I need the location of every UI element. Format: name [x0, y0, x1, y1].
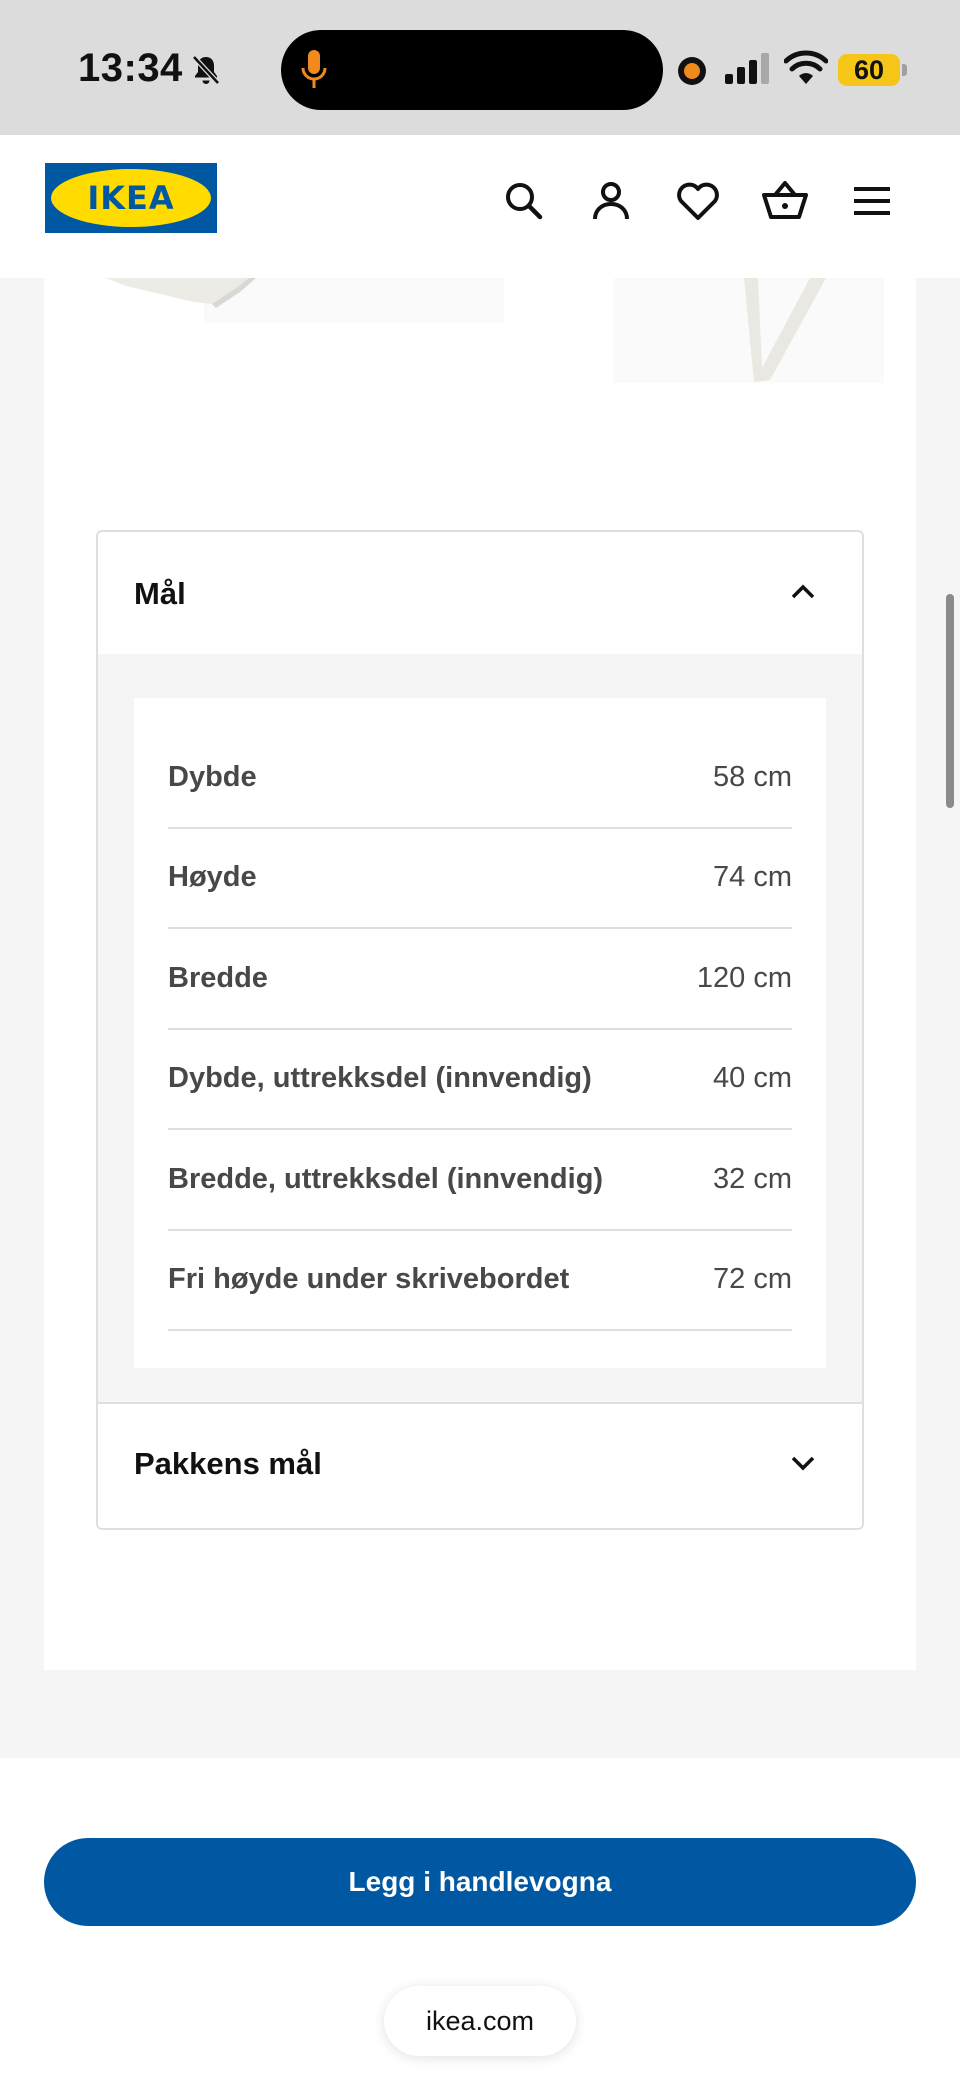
- heart-icon[interactable]: [674, 177, 722, 225]
- search-icon[interactable]: [500, 177, 548, 225]
- chevron-down-icon[interactable]: [788, 1448, 818, 1478]
- menu-icon[interactable]: [848, 177, 896, 225]
- dynamic-island: [281, 30, 663, 110]
- site-header: IKEA: [0, 135, 960, 278]
- browser-url-pill[interactable]: ikea.com: [384, 1986, 576, 2056]
- wifi-icon: [784, 50, 828, 84]
- dimension-label: Fri høyde under skrivebordet: [168, 1263, 570, 1296]
- dimension-value: 40 cm: [713, 1062, 792, 1095]
- scrollbar-thumb[interactable]: [946, 594, 954, 808]
- account-icon[interactable]: [587, 177, 635, 225]
- accordion-header-package-dimensions[interactable]: Pakkens mål: [98, 1404, 862, 1528]
- dimension-row: Bredde, uttrekksdel (innvendig) 32 cm: [168, 1130, 792, 1231]
- dimension-value: 120 cm: [696, 961, 792, 994]
- dimension-row: Dybde, uttrekksdel (innvendig) 40 cm: [168, 1030, 792, 1130]
- dimension-row: Dybde 58 cm: [168, 728, 792, 829]
- dimensions-accordion: Mål Dybde 58 cm Høyde 74 cm Bredde 120 c…: [96, 530, 864, 1530]
- dimension-value: 32 cm: [713, 1162, 792, 1195]
- basket-icon[interactable]: [761, 177, 809, 225]
- dimension-value: 74 cm: [713, 861, 792, 894]
- add-to-cart-button[interactable]: Legg i handlevogna: [44, 1838, 916, 1926]
- dimension-label: Bredde, uttrekksdel (innvendig): [168, 1162, 604, 1195]
- microphone-icon: [301, 50, 327, 88]
- battery-icon: 60: [838, 54, 900, 86]
- chevron-up-icon[interactable]: [788, 576, 818, 606]
- dimension-value: 72 cm: [713, 1263, 792, 1296]
- accordion-body-maal: Dybde 58 cm Høyde 74 cm Bredde 120 cm Dy…: [98, 654, 862, 1404]
- product-image-fragment-right: [614, 278, 884, 383]
- battery-cap: [902, 64, 907, 76]
- dimension-row: Fri høyde under skrivebordet 72 cm: [168, 1231, 792, 1331]
- dimension-label: Høyde: [168, 861, 257, 894]
- product-image-fragment-left: [106, 278, 504, 323]
- status-bar: 13:34 60: [0, 0, 960, 135]
- dimension-label: Bredde: [168, 961, 268, 994]
- battery-level: 60: [853, 55, 885, 85]
- dimension-label: Dybde, uttrekksdel (innvendig): [168, 1062, 592, 1095]
- bottom-action-bar: Legg i handlevogna ikea.com: [0, 1758, 960, 2086]
- bell-slash-icon: [192, 55, 220, 85]
- dimension-row: Bredde 120 cm: [168, 929, 792, 1030]
- accordion-header-maal[interactable]: Mål: [98, 532, 862, 654]
- logo-text: IKEA: [87, 179, 174, 217]
- signal-icon: [725, 53, 769, 84]
- recording-dot-icon: [678, 57, 706, 85]
- product-detail-card: Mål Dybde 58 cm Høyde 74 cm Bredde 120 c…: [44, 278, 916, 1670]
- ikea-logo[interactable]: IKEA: [45, 163, 217, 233]
- accordion-title-maal: Mål: [134, 576, 186, 611]
- dimension-value: 58 cm: [713, 760, 792, 793]
- accordion-title-package-dimensions: Pakkens mål: [134, 1446, 322, 1481]
- dimensions-panel: Dybde 58 cm Høyde 74 cm Bredde 120 cm Dy…: [134, 698, 826, 1368]
- dimension-label: Dybde: [168, 760, 257, 793]
- status-time: 13:34: [78, 46, 183, 90]
- dimensions-list: Dybde 58 cm Høyde 74 cm Bredde 120 cm Dy…: [168, 698, 792, 1331]
- dimension-row: Høyde 74 cm: [168, 829, 792, 929]
